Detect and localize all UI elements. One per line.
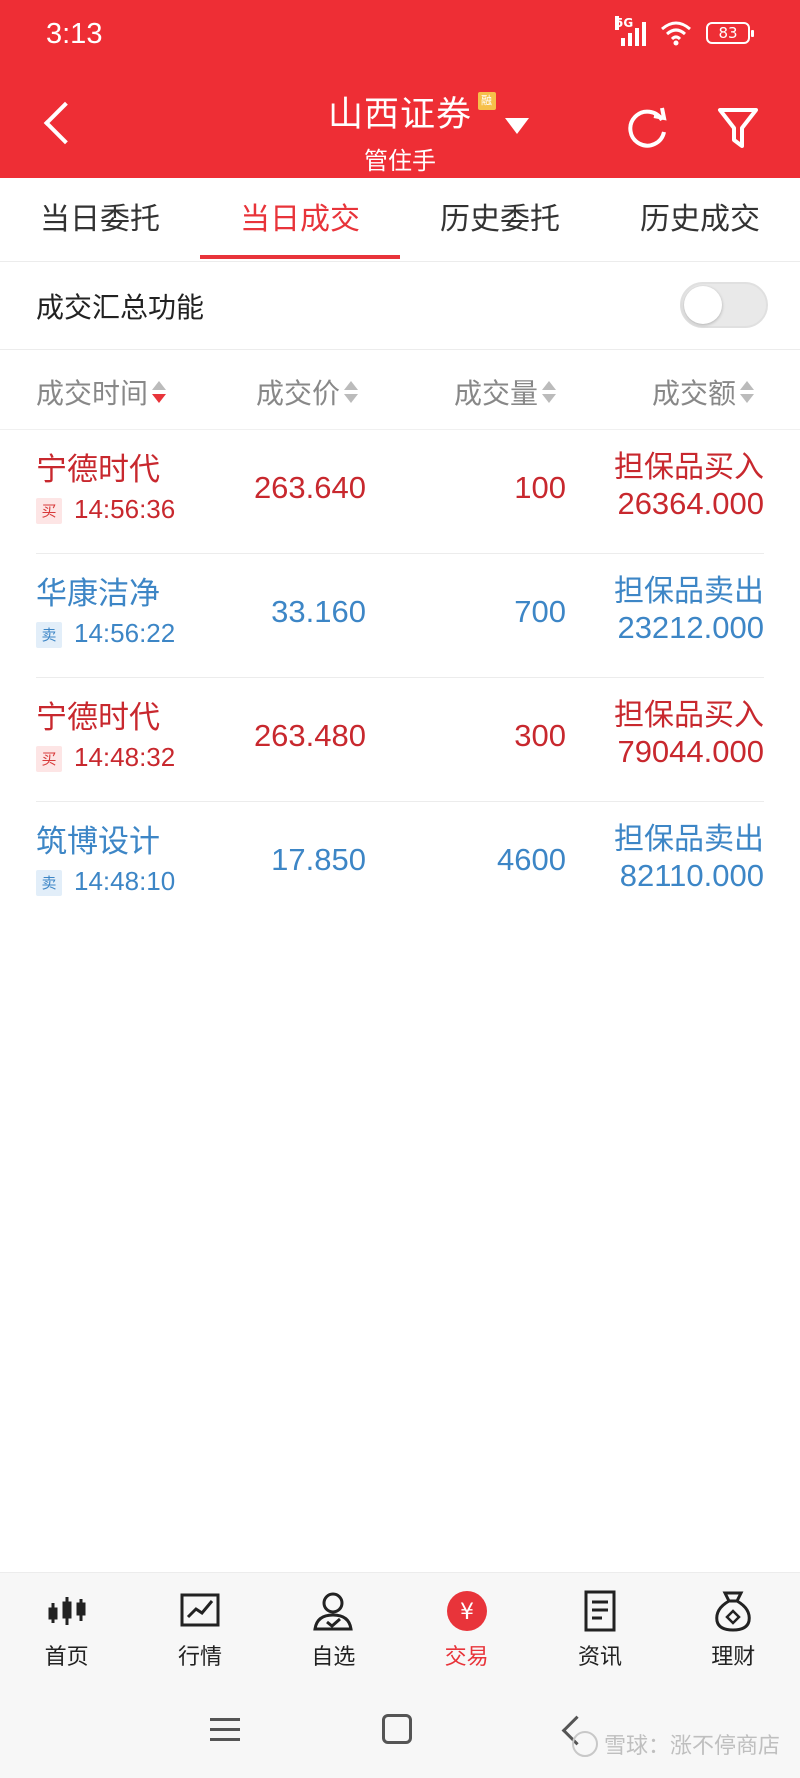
trade-time: 14:56:36 <box>74 494 176 524</box>
table-row[interactable]: 宁德时代 买 14:56:36 263.640 100 担保品买入 26364.… <box>0 430 800 554</box>
sort-icon <box>152 379 167 405</box>
nav-wealth-label: 理财 <box>711 1645 756 1670</box>
trade-direction: 担保品买入 <box>614 698 764 733</box>
battery-level: 83 <box>718 24 738 42</box>
watermark: 雪球：涨不停商店 <box>571 1728 780 1760</box>
stock-name: 华康洁净 <box>36 576 160 612</box>
trade-qty: 100 <box>514 470 566 505</box>
column-amount-label: 成交额 <box>652 377 737 410</box>
table-header: 成交时间 成交价 成交量 成交额 <box>0 350 800 430</box>
nav-trade-label: 交易 <box>444 1645 489 1670</box>
page-title: 山西证券 <box>327 95 472 135</box>
nav-news[interactable]: 资讯 <box>533 1573 666 1680</box>
tab-today-orders[interactable]: 当日委托 <box>0 178 200 261</box>
status-icons: 5G 83 <box>615 16 754 46</box>
trade-time: 14:56:22 <box>74 618 176 648</box>
stock-name: 宁德时代 <box>36 452 160 488</box>
side-badge: 卖 <box>36 622 62 648</box>
stock-name: 筑博设计 <box>36 824 160 860</box>
nav-home[interactable]: 首页 <box>0 1573 133 1680</box>
status-time: 3:13 <box>46 18 103 50</box>
yuan-icon: ¥ <box>446 1591 487 1631</box>
nav-watchlist-label: 自选 <box>311 1645 356 1670</box>
column-amount[interactable]: 成交额 <box>652 372 755 412</box>
column-qty[interactable]: 成交量 <box>454 372 557 412</box>
table-row[interactable]: 华康洁净 卖 14:56:22 33.160 700 担保品卖出 23212.0… <box>0 554 800 678</box>
document-icon <box>584 1590 616 1632</box>
nav-home-label: 首页 <box>44 1645 89 1670</box>
nav-news-label: 资讯 <box>577 1645 622 1670</box>
sort-icon <box>542 379 557 405</box>
bottom-nav: 首页 行情 自选 ¥ 交易 资讯 理财 <box>0 1572 800 1680</box>
trade-direction: 担保品卖出 <box>614 574 764 609</box>
side-badge: 买 <box>36 498 62 524</box>
chart-icon <box>180 1593 220 1627</box>
account-dropdown-icon[interactable] <box>504 118 530 138</box>
title-block[interactable]: 山西证券融 管住手 <box>0 86 800 176</box>
table-row[interactable]: 宁德时代 买 14:48:32 263.480 300 担保品买入 79044.… <box>0 678 800 802</box>
tab-today-trades[interactable]: 当日成交 <box>200 178 400 261</box>
yuan-glyph: ¥ <box>460 1600 474 1625</box>
sort-icon <box>740 379 755 405</box>
menu-icon[interactable] <box>210 1718 240 1742</box>
trade-qty: 4600 <box>497 842 566 877</box>
toggle-knob <box>684 286 722 324</box>
app-header: 3:13 5G 83 山西证券融 管住手 <box>0 0 800 178</box>
trade-time: 14:48:10 <box>74 866 176 896</box>
column-price-label: 成交价 <box>256 377 341 410</box>
user-check-icon <box>313 1592 354 1631</box>
trade-amount: 79044.000 <box>617 734 764 769</box>
nav-wealth[interactable]: 理财 <box>667 1573 800 1680</box>
trade-amount: 23212.000 <box>617 610 764 645</box>
column-time[interactable]: 成交时间 <box>36 372 167 412</box>
side-badge: 买 <box>36 746 62 772</box>
column-qty-label: 成交量 <box>454 377 539 410</box>
summary-label: 成交汇总功能 <box>36 291 205 324</box>
filter-icon[interactable] <box>716 104 760 152</box>
table-row[interactable]: 筑博设计 卖 14:48:10 17.850 4600 担保品卖出 82110.… <box>0 802 800 926</box>
network-type: 5G <box>615 16 634 30</box>
stock-name: 宁德时代 <box>36 700 160 736</box>
nav-watchlist[interactable]: 自选 <box>267 1573 400 1680</box>
account-name: 管住手 <box>364 147 436 175</box>
refresh-icon[interactable] <box>626 106 670 150</box>
home-icon[interactable] <box>382 1714 412 1744</box>
trade-price: 33.160 <box>271 594 366 629</box>
trade-amount: 26364.000 <box>617 486 764 521</box>
moneybag-icon <box>715 1591 752 1632</box>
column-time-label: 成交时间 <box>36 377 149 410</box>
margin-badge: 融 <box>478 92 496 110</box>
trade-amount: 82110.000 <box>619 858 764 893</box>
column-price[interactable]: 成交价 <box>256 372 359 412</box>
trade-price: 263.480 <box>253 718 366 753</box>
trade-direction: 担保品买入 <box>614 450 764 485</box>
battery-icon: 83 <box>706 22 754 44</box>
nav-market[interactable]: 行情 <box>133 1573 266 1680</box>
summary-toggle[interactable] <box>680 282 768 328</box>
tab-history-orders[interactable]: 历史委托 <box>400 178 600 261</box>
sort-icon <box>344 379 359 405</box>
signal-icon: 5G <box>615 16 646 46</box>
nav-market-label: 行情 <box>177 1645 222 1670</box>
trade-time: 14:48:32 <box>74 742 176 772</box>
wifi-icon <box>661 21 691 46</box>
trade-price: 263.640 <box>253 470 366 505</box>
trade-qty: 700 <box>514 594 566 629</box>
watermark-text: 雪球：涨不停商店 <box>603 1734 780 1759</box>
side-badge: 卖 <box>36 870 62 896</box>
tab-bar: 当日委托 当日成交 历史委托 历史成交 <box>0 178 800 262</box>
trade-qty: 300 <box>514 718 566 753</box>
trade-price: 17.850 <box>271 842 366 877</box>
tab-history-trades[interactable]: 历史成交 <box>600 178 800 261</box>
xueqiu-logo-icon <box>571 1731 598 1757</box>
candlestick-icon <box>48 1597 86 1625</box>
nav-trade[interactable]: ¥ 交易 <box>400 1573 533 1680</box>
trade-direction: 担保品卖出 <box>614 822 764 857</box>
